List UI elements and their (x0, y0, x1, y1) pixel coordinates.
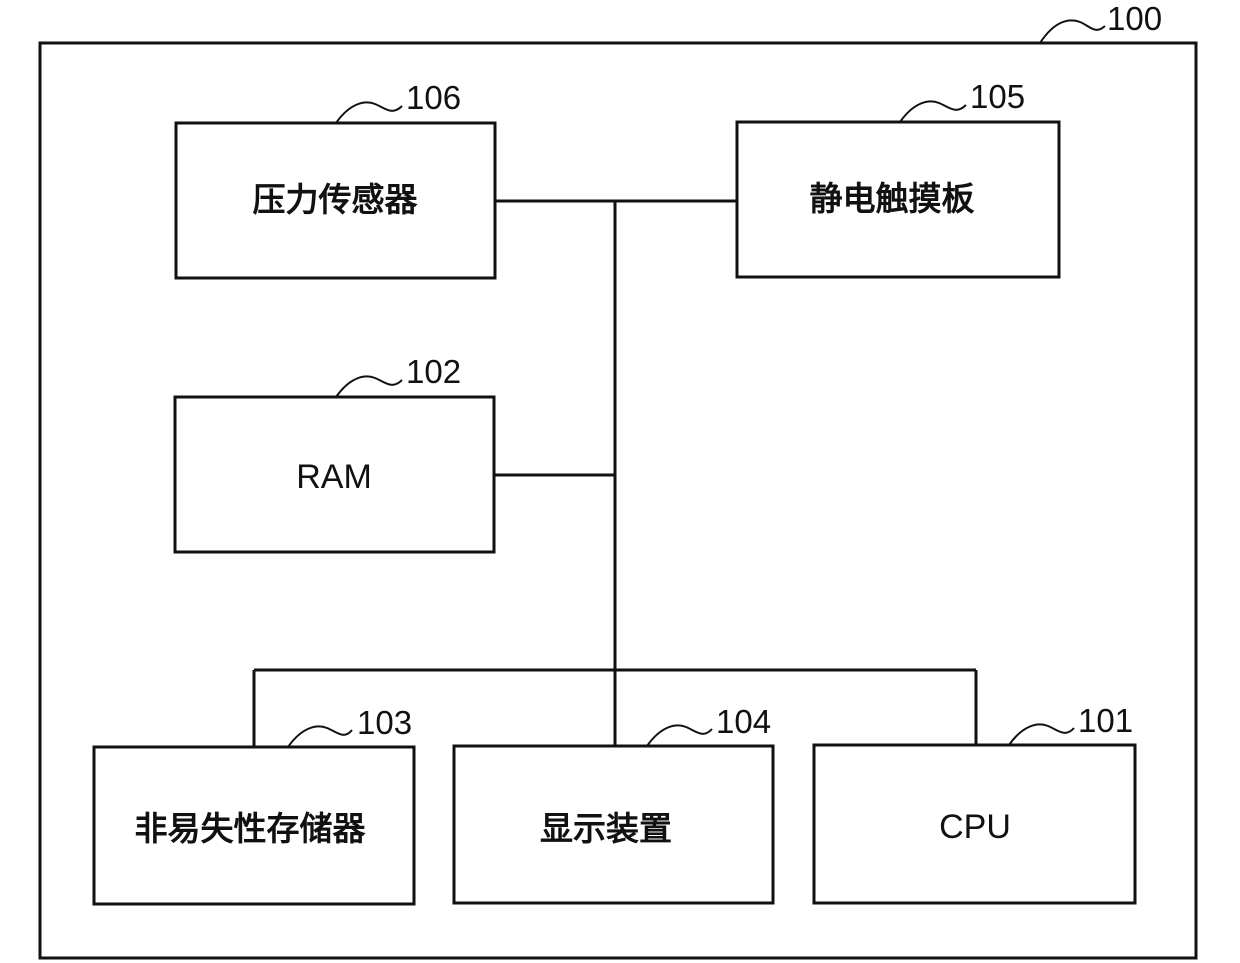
block-cpu-label: CPU (939, 808, 1011, 846)
block-cpu-leader-line (1008, 723, 1075, 746)
block-diagram: 100 压力传感器 106 静电触摸板 105 RAM 102 非易失性存储器 … (38, 0, 1198, 960)
block-cpu-ref: 101 (1078, 702, 1133, 739)
block-display-device-leader-line (646, 724, 713, 747)
block-touch-panel-label: 静电触摸板 (810, 179, 975, 218)
block-ram-ref: 102 (406, 353, 461, 390)
block-nonvolatile-storage-leader-line (287, 725, 353, 748)
device-frame-leader-line (1039, 19, 1106, 44)
block-nonvolatile-storage-ref: 103 (357, 704, 412, 741)
block-touch-panel-leader-line (899, 100, 967, 123)
block-display-device-label: 显示装置 (540, 809, 672, 848)
block-touch-panel: 静电触摸板 105 (735, 78, 1061, 279)
block-ram-label: RAM (296, 458, 372, 496)
block-nonvolatile-storage-label: 非易失性存储器 (135, 809, 367, 848)
block-ram-leader-line (335, 375, 403, 398)
block-touch-panel-ref: 105 (970, 78, 1025, 115)
block-pressure-sensor: 压力传感器 106 (174, 79, 497, 280)
block-pressure-sensor-label: 压力传感器 (253, 180, 419, 219)
block-display-device-ref: 104 (716, 703, 771, 740)
block-ram: RAM 102 (173, 353, 496, 554)
block-pressure-sensor-ref: 106 (406, 79, 461, 116)
device-frame-ref: 100 (1107, 0, 1162, 37)
block-pressure-sensor-leader-line (335, 101, 403, 124)
